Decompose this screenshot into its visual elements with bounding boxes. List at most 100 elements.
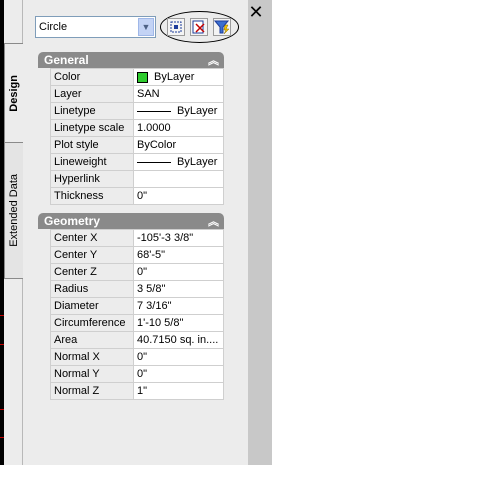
property-value-text: 0" bbox=[137, 266, 148, 278]
property-value-text: -105'-3 3/8" bbox=[137, 232, 194, 244]
property-label: Linetype scale bbox=[50, 119, 134, 137]
row-gutter bbox=[38, 382, 51, 400]
property-row[interactable]: Lineweight ByLayer bbox=[38, 153, 224, 171]
tab-design-label: Design bbox=[8, 74, 20, 112]
property-value[interactable]: ByColor bbox=[133, 136, 224, 154]
property-row[interactable]: Center Y 68'-5" bbox=[38, 246, 224, 264]
pickadd-icon bbox=[170, 21, 182, 33]
property-value-text: 0" bbox=[137, 351, 148, 363]
row-gutter bbox=[38, 85, 51, 103]
row-gutter bbox=[38, 365, 51, 383]
property-label: Radius bbox=[50, 280, 134, 298]
property-row[interactable]: Plot style ByColor bbox=[38, 136, 224, 154]
property-row[interactable]: Radius 3 5/8" bbox=[38, 280, 224, 298]
property-row[interactable]: Normal Z 1" bbox=[38, 382, 224, 400]
property-value-text: ByLayer bbox=[177, 105, 218, 117]
property-row[interactable]: Center X -105'-3 3/8" bbox=[38, 229, 224, 247]
property-value[interactable]: 40.7150 sq. in.... bbox=[133, 331, 224, 349]
property-row[interactable]: Color ByLayer bbox=[38, 68, 224, 86]
general-section-header[interactable]: General ︽ bbox=[38, 52, 224, 68]
chevron-down-icon[interactable]: ▼ bbox=[138, 18, 154, 36]
property-value[interactable]: SAN bbox=[133, 85, 224, 103]
row-gutter bbox=[38, 170, 51, 188]
property-label: Normal Y bbox=[50, 365, 134, 383]
property-label: Area bbox=[50, 331, 134, 349]
select-objects-icon bbox=[192, 20, 205, 34]
property-label: Lineweight bbox=[50, 153, 134, 171]
geometry-section-title: Geometry bbox=[44, 214, 101, 228]
property-row[interactable]: Linetype scale 1.0000 bbox=[38, 119, 224, 137]
property-value[interactable]: 3 5/8" bbox=[133, 280, 224, 298]
property-row[interactable]: Thickness 0" bbox=[38, 187, 224, 205]
property-value[interactable]: 1.0000 bbox=[133, 119, 224, 137]
property-label: Normal Z bbox=[50, 382, 134, 400]
color-swatch bbox=[137, 71, 148, 83]
close-icon[interactable]: ✕ bbox=[246, 4, 266, 24]
property-value[interactable]: ByLayer bbox=[133, 68, 224, 86]
property-value[interactable]: -105'-3 3/8" bbox=[133, 229, 224, 247]
row-gutter bbox=[38, 102, 51, 120]
property-value[interactable]: ByLayer bbox=[133, 102, 224, 120]
geometry-properties-table: Center X -105'-3 3/8" Center Y 68'-5" Center… bbox=[38, 229, 224, 400]
quick-select-button[interactable] bbox=[213, 18, 231, 36]
property-row[interactable]: Circumference 1'-10 5/8" bbox=[38, 314, 224, 332]
property-label: Color bbox=[50, 68, 134, 86]
property-row[interactable]: Normal X 0" bbox=[38, 348, 224, 366]
property-value[interactable]: ByLayer bbox=[133, 153, 224, 171]
property-label: Normal X bbox=[50, 348, 134, 366]
toggle-pickadd-button[interactable] bbox=[167, 18, 185, 36]
property-value[interactable]: 0" bbox=[133, 365, 224, 383]
property-row[interactable]: Hyperlink bbox=[38, 170, 224, 188]
collapse-chevron-icon[interactable]: ︽ bbox=[208, 213, 219, 229]
property-label: Circumference bbox=[50, 314, 134, 332]
property-row[interactable]: Linetype ByLayer bbox=[38, 102, 224, 120]
select-objects-button[interactable] bbox=[190, 18, 208, 36]
collapse-chevron-icon[interactable]: ︽ bbox=[208, 52, 219, 68]
property-value[interactable]: 1" bbox=[133, 382, 224, 400]
property-row[interactable]: Layer SAN bbox=[38, 85, 224, 103]
object-type-select[interactable]: Circle ▼ bbox=[35, 16, 156, 38]
property-row[interactable]: Normal Y 0" bbox=[38, 365, 224, 383]
property-value-text: 40.7150 sq. in.... bbox=[137, 334, 219, 346]
row-gutter bbox=[38, 187, 51, 205]
property-row[interactable]: Center Z 0" bbox=[38, 263, 224, 281]
property-value[interactable]: 68'-5" bbox=[133, 246, 224, 264]
property-value[interactable]: 0" bbox=[133, 187, 224, 205]
property-label: Plot style bbox=[50, 136, 134, 154]
property-row[interactable]: Diameter 7 3/16" bbox=[38, 297, 224, 315]
property-row[interactable]: Area 40.7150 sq. in.... bbox=[38, 331, 224, 349]
tab-extended-data[interactable]: Extended Data bbox=[4, 142, 24, 279]
property-value-text: 0" bbox=[137, 190, 148, 202]
property-value-text: ByLayer bbox=[154, 71, 195, 83]
property-label: Center Y bbox=[50, 246, 134, 264]
property-value-text: 68'-5" bbox=[137, 249, 166, 261]
row-gutter bbox=[38, 314, 51, 332]
property-label: Center Z bbox=[50, 263, 134, 281]
property-label: Linetype bbox=[50, 102, 134, 120]
property-value-text: 1.0000 bbox=[137, 122, 171, 134]
property-value-text: 3 5/8" bbox=[137, 283, 166, 295]
property-value-text: SAN bbox=[137, 88, 160, 100]
property-value[interactable]: 0" bbox=[133, 348, 224, 366]
row-gutter bbox=[38, 229, 51, 247]
tab-extended-data-label: Extended Data bbox=[8, 174, 20, 247]
property-value[interactable] bbox=[133, 170, 224, 188]
palette-title-bar[interactable] bbox=[248, 0, 272, 465]
linetype-sample bbox=[137, 110, 171, 112]
property-value-text: 1" bbox=[137, 385, 148, 397]
property-label: Diameter bbox=[50, 297, 134, 315]
row-gutter bbox=[38, 136, 51, 154]
property-value-text: 1'-10 5/8" bbox=[137, 317, 184, 329]
object-type-value: Circle bbox=[39, 21, 68, 33]
row-gutter bbox=[38, 297, 51, 315]
property-value[interactable]: 7 3/16" bbox=[133, 297, 224, 315]
property-label: Layer bbox=[50, 85, 134, 103]
property-value[interactable]: 0" bbox=[133, 263, 224, 281]
row-gutter bbox=[38, 119, 51, 137]
geometry-section-header[interactable]: Geometry ︽ bbox=[38, 213, 224, 229]
tab-design[interactable]: Design bbox=[4, 43, 23, 143]
property-value[interactable]: 1'-10 5/8" bbox=[133, 314, 224, 332]
property-value-text: 7 3/16" bbox=[137, 300, 172, 312]
row-gutter bbox=[38, 263, 51, 281]
property-label: Thickness bbox=[50, 187, 134, 205]
